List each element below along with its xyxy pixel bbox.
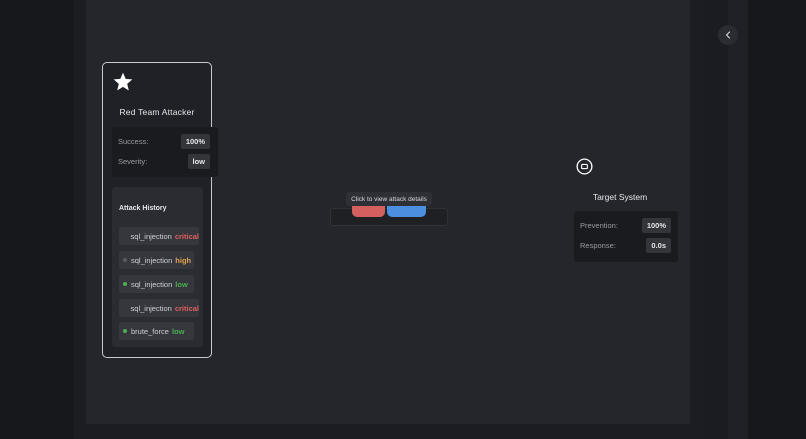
attack-history: Attack History sql_injection critical sql_… bbox=[112, 187, 203, 347]
attack-severity: critical bbox=[174, 231, 199, 241]
severity-value: low bbox=[187, 153, 210, 169]
star-icon bbox=[113, 72, 133, 91]
target-square-icon bbox=[576, 158, 593, 175]
target-title: Target System bbox=[592, 192, 648, 202]
attack-severity: critical bbox=[174, 303, 199, 313]
attack-severity: low bbox=[175, 279, 188, 289]
stat-row-prevention: Prevention: 100% bbox=[580, 217, 671, 233]
attack-severity: low bbox=[171, 326, 185, 336]
stat-row-severity: Severity: low bbox=[118, 153, 210, 169]
history-item[interactable]: sql_injection high bbox=[119, 251, 194, 269]
status-dot-icon bbox=[123, 329, 127, 333]
stat-label: Response: bbox=[580, 240, 616, 250]
outer-left-area bbox=[0, 0, 74, 439]
attack-type: sql_injection bbox=[130, 303, 172, 313]
history-item[interactable]: sql_injection critical bbox=[119, 299, 199, 317]
stat-row-response: Response: 0.0s bbox=[580, 237, 671, 253]
stat-label: Prevention: bbox=[580, 220, 618, 230]
attack-type: sql_injection bbox=[131, 255, 173, 265]
edge-tooltip: Click to view attack details bbox=[346, 192, 432, 206]
target-node[interactable]: Target System Prevention: 100% Response:… bbox=[574, 154, 678, 264]
status-dot-icon bbox=[123, 258, 127, 262]
response-value: 0.0s bbox=[646, 237, 671, 253]
status-dot-icon bbox=[123, 282, 127, 286]
attack-severity: high bbox=[175, 255, 192, 265]
chevron-left-icon bbox=[725, 31, 731, 39]
side-panel-strip bbox=[728, 0, 748, 439]
attack-type: sql_injection bbox=[130, 231, 172, 241]
left-rail bbox=[74, 0, 86, 439]
stat-label: Severity: bbox=[118, 156, 148, 166]
attacker-stats: Success: 100% Severity: low bbox=[112, 127, 218, 177]
attack-type: sql_injection bbox=[131, 279, 173, 289]
attacker-node[interactable]: Red Team Attacker Success: 100% Severity… bbox=[102, 62, 218, 358]
right-rail bbox=[690, 0, 704, 439]
outer-right-area bbox=[748, 0, 806, 439]
stat-row-success: Success: 100% bbox=[118, 133, 210, 149]
history-item[interactable]: sql_injection low bbox=[119, 275, 194, 293]
target-stats: Prevention: 100% Response: 0.0s bbox=[574, 211, 678, 262]
attack-type: brute_force bbox=[131, 326, 169, 336]
success-value: 100% bbox=[180, 133, 210, 149]
stat-label: Success: bbox=[118, 136, 149, 146]
collapse-panel-button[interactable] bbox=[718, 25, 738, 45]
history-item[interactable]: sql_injection critical bbox=[119, 227, 199, 245]
attacker-title: Red Team Attacker bbox=[119, 107, 195, 117]
canvas-footer-gap bbox=[86, 424, 690, 439]
prevention-value: 100% bbox=[641, 217, 671, 233]
history-title: Attack History bbox=[119, 205, 167, 212]
history-item[interactable]: brute_force low bbox=[119, 322, 194, 340]
